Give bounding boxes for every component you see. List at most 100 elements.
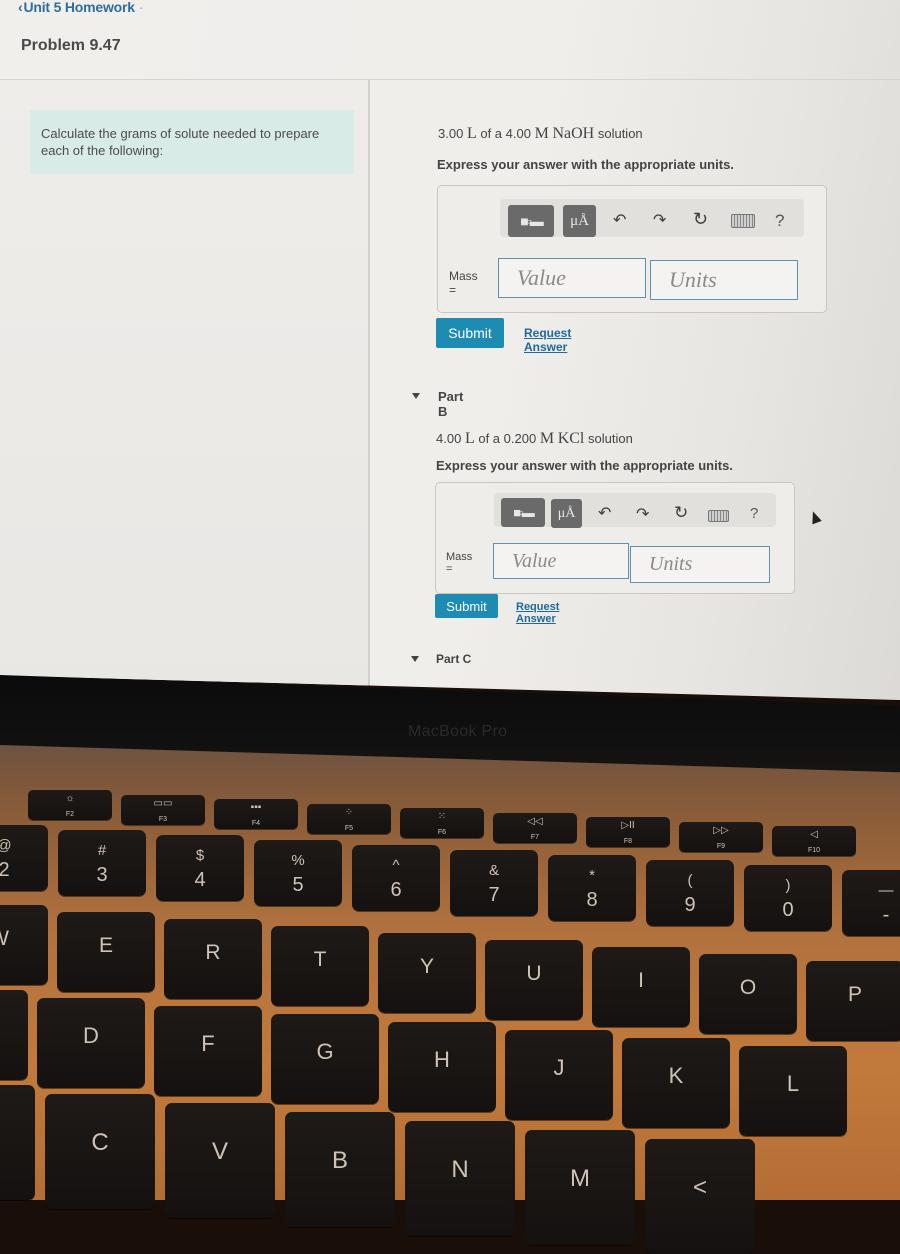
function-key-f7[interactable]: ◁◁ F7 <box>493 812 577 843</box>
collapse-triangle-icon[interactable] <box>411 656 419 662</box>
function-key-f5[interactable]: ⁘ F5 <box>307 803 391 834</box>
units-icon: μÅ <box>570 212 589 229</box>
laptop-screen: ‹Unit 5 Homework · Problem 9.47 Calculate… <box>0 0 900 700</box>
key-label: 7 <box>488 884 500 906</box>
key-label: F5 <box>344 824 354 832</box>
function-key-f10[interactable]: ◁ F10 <box>772 826 856 856</box>
units-placeholder: Units <box>669 267 717 292</box>
key-label: K <box>668 1063 684 1088</box>
key-n[interactable]: N <box>405 1121 515 1236</box>
units-button[interactable]: μÅ <box>563 205 596 237</box>
key-c[interactable]: C <box>45 1094 155 1209</box>
undo-icon[interactable]: ↶ <box>598 503 611 523</box>
key-d[interactable]: D <box>37 998 145 1088</box>
key-i[interactable]: I <box>592 947 690 1027</box>
key-w[interactable]: W <box>0 905 48 985</box>
key-2[interactable]: @2 <box>0 825 48 891</box>
key-label: F2 <box>65 811 75 818</box>
templates-button[interactable]: ■▫▬ <box>501 498 545 527</box>
key-label: % <box>291 852 305 869</box>
keyboard-icon[interactable] <box>731 214 755 228</box>
units-button[interactable]: μÅ <box>551 499 582 528</box>
key-label: * <box>589 867 595 884</box>
key-8[interactable]: * 8 <box>548 855 636 921</box>
key-label: B <box>331 1147 348 1174</box>
key-label: 4 <box>194 869 206 891</box>
key-label: ▷II <box>621 820 635 831</box>
collapse-triangle-icon[interactable] <box>412 393 420 399</box>
key-5[interactable]: % 5 <box>254 840 342 906</box>
submit-button[interactable]: Submit <box>435 594 498 618</box>
key-label: W <box>0 927 48 951</box>
function-key-f2[interactable]: ☼ F2 <box>28 790 112 820</box>
breadcrumb-link[interactable]: ‹Unit 5 Homework · <box>18 0 144 15</box>
value-input[interactable]: Value <box>493 543 629 579</box>
key-6[interactable]: ^ 6 <box>352 845 440 911</box>
key-p[interactable]: P <box>806 961 900 1041</box>
key-label: - <box>882 904 890 926</box>
value-input[interactable]: Value <box>498 258 646 298</box>
key-t[interactable]: T <box>271 926 369 1006</box>
key-v[interactable]: V <box>165 1103 275 1218</box>
keyboard-icon[interactable] <box>708 510 729 522</box>
key-m[interactable]: M <box>525 1130 635 1245</box>
key-x[interactable]: X <box>0 1085 35 1200</box>
request-answer-link[interactable]: Request Answer <box>524 326 571 354</box>
key-g[interactable]: G <box>271 1014 379 1104</box>
key-label: Y <box>419 955 434 978</box>
request-answer-link[interactable]: Request Answer <box>516 601 559 625</box>
help-icon[interactable]: ? <box>775 211 784 231</box>
key-label: X <box>0 1120 35 1148</box>
reset-icon[interactable]: ↻ <box>693 209 708 230</box>
key-j[interactable]: J <box>505 1030 613 1120</box>
key-label: R <box>205 941 221 964</box>
redo-icon[interactable]: ↷ <box>636 504 649 524</box>
key-label: ▷▷ <box>713 824 729 836</box>
undo-icon[interactable]: ↶ <box>613 210 626 230</box>
key-9[interactable]: (9 <box>646 860 734 926</box>
function-key-f4[interactable]: ▪▪▪ F4 <box>214 799 298 829</box>
key-3[interactable]: #3 <box>58 830 146 896</box>
key-label: @ <box>0 837 48 854</box>
key-s[interactable]: S <box>0 990 28 1080</box>
key-l[interactable]: L <box>739 1046 847 1136</box>
units-input[interactable]: Units <box>630 546 770 583</box>
key-label: ▪▪▪ <box>250 802 262 813</box>
key-e[interactable]: E <box>57 912 155 992</box>
key-f[interactable]: F <box>154 1006 262 1096</box>
function-key-f8[interactable]: ▷II F8 <box>586 817 670 847</box>
key-h[interactable]: H <box>388 1022 496 1112</box>
value-placeholder: Value <box>512 549 557 572</box>
key-r[interactable]: R <box>164 919 262 999</box>
key-label: ( <box>687 872 693 889</box>
key-<[interactable]: < <box>645 1139 755 1254</box>
key-label: U <box>526 962 542 985</box>
help-icon[interactable]: ? <box>750 505 758 522</box>
key--[interactable]: — - <box>842 870 900 936</box>
part-b-instruction: Express your answer with the appropriate… <box>436 458 733 473</box>
key-u[interactable]: U <box>485 940 583 1020</box>
part-c-header[interactable]: Part C <box>436 652 471 666</box>
key-k[interactable]: K <box>622 1038 730 1128</box>
part-b-header[interactable]: Part B <box>438 389 463 419</box>
function-key-f6[interactable]: ⁙ F6 <box>400 808 484 838</box>
reset-icon[interactable]: ↻ <box>674 503 688 523</box>
key-label: 8 <box>586 889 598 911</box>
function-key-f3[interactable]: ▭▭ F3 <box>121 794 205 825</box>
units-input[interactable]: Units <box>650 260 798 300</box>
submit-button[interactable]: Submit <box>436 318 504 348</box>
problem-intro: Calculate the grams of solute needed to … <box>30 110 354 174</box>
key-4[interactable]: $4 <box>156 835 244 901</box>
key-o[interactable]: O <box>699 954 797 1034</box>
templates-button[interactable]: ■▫▬ <box>508 205 554 237</box>
key-label: ⁘ <box>344 806 354 818</box>
key-label: H <box>434 1047 450 1072</box>
function-key-f9[interactable]: ▷▷ F9 <box>679 821 763 852</box>
key-b[interactable]: B <box>285 1112 395 1227</box>
key-y[interactable]: Y <box>378 933 476 1013</box>
key-label: ◁◁ <box>527 815 543 827</box>
redo-icon[interactable]: ↷ <box>653 210 666 230</box>
key-7[interactable]: & 7 <box>450 850 538 916</box>
key-label: O <box>739 976 757 999</box>
key-0[interactable]: ) 0 <box>744 865 832 931</box>
